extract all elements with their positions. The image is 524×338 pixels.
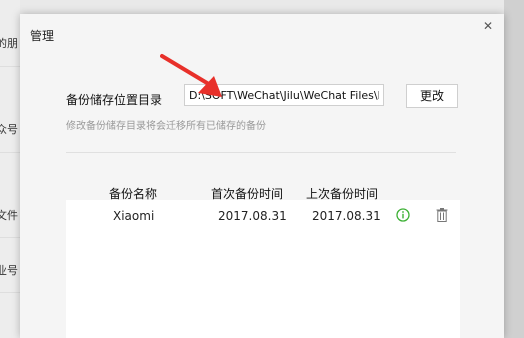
backup-manage-dialog: 管理 ✕ 备份储存位置目录 更改 修改备份储存目录将会迁移所有已储存的备份 备份…	[20, 14, 504, 338]
first-backup-time-cell: 2017.08.31	[218, 209, 287, 223]
background-item: 文件	[0, 209, 18, 222]
background-item: 公众号	[0, 123, 18, 136]
background-app-sidebar: 的朋 公众号 文件 企业号	[0, 0, 20, 338]
red-arrow-icon	[160, 54, 222, 97]
background-divider	[0, 292, 20, 293]
storage-path-label: 备份储存位置目录	[66, 93, 163, 107]
section-divider	[66, 152, 456, 153]
backup-name-cell: Xiaomi	[113, 209, 155, 223]
background-right-edge	[504, 0, 524, 338]
info-icon[interactable]	[396, 208, 410, 222]
last-backup-time-cell: 2017.08.31	[312, 209, 381, 223]
backup-list: Xiaomi 2017.08.31 2017.08.31	[66, 200, 460, 338]
background-divider	[0, 152, 20, 153]
background-item: 企业号	[0, 264, 18, 277]
storage-hint-text: 修改备份储存目录将会迁移所有已储存的备份	[66, 121, 266, 132]
background-divider	[0, 237, 20, 238]
change-path-button[interactable]: 更改	[406, 84, 458, 108]
close-icon[interactable]: ✕	[481, 19, 495, 33]
dialog-title: 管理	[30, 29, 55, 43]
background-divider	[0, 66, 20, 67]
trash-icon[interactable]	[436, 208, 448, 222]
background-item: 的朋	[0, 37, 18, 50]
